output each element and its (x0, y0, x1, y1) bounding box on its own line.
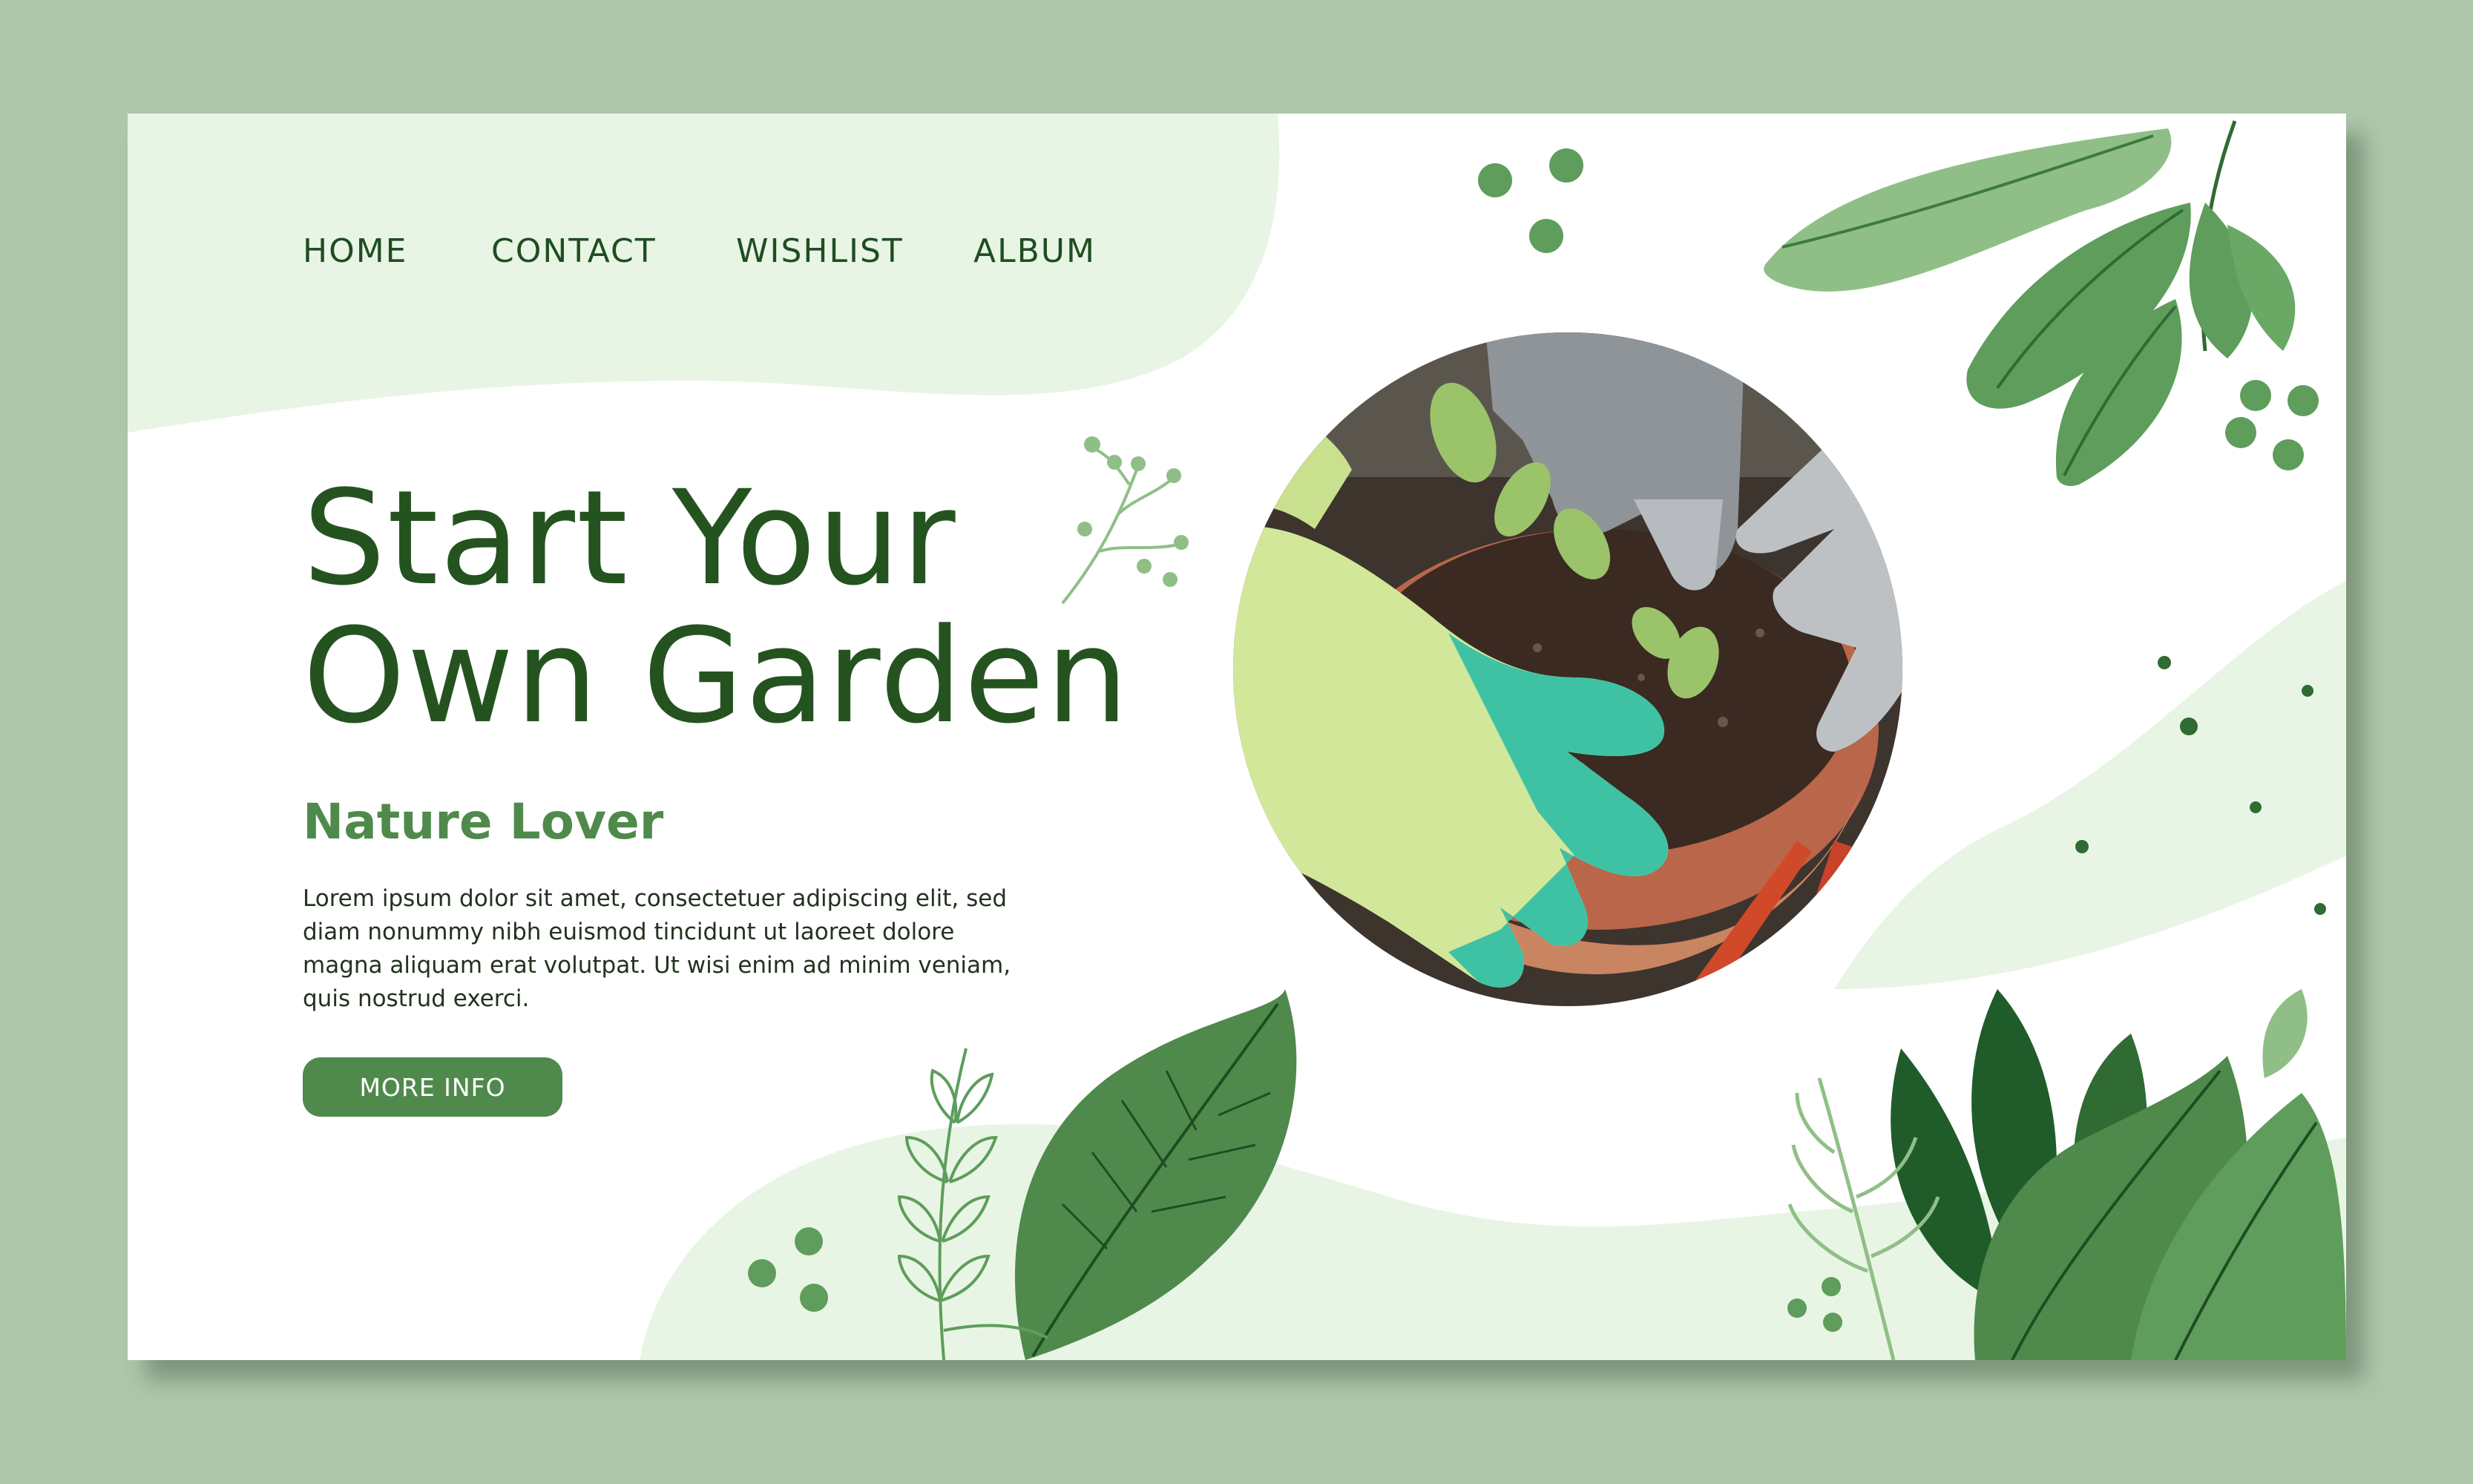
hero-headline: Start Your Own Garden (303, 470, 1267, 746)
nav-wishlist-link[interactable]: WISHLIST (736, 232, 904, 270)
hero-description: Lorem ipsum dolor sit amet, consectetuer… (303, 885, 1011, 1012)
nav-contact-link[interactable]: CONTACT (491, 232, 657, 270)
hero-subtitle: Nature Lover (303, 793, 664, 850)
gardening-gloves-planting-seedlings-icon (1233, 332, 1902, 1006)
landing-page-card: HOME CONTACT WISHLIST ALBUM Start Your O… (128, 114, 2346, 1360)
nav-album-link[interactable]: ALBUM (973, 232, 1096, 270)
more-info-button[interactable]: MORE INFO (303, 1057, 562, 1117)
nav-home-link[interactable]: HOME (303, 232, 407, 270)
headline-line-2: Own Garden (303, 600, 1131, 752)
headline-line-1: Start Your (303, 462, 957, 614)
